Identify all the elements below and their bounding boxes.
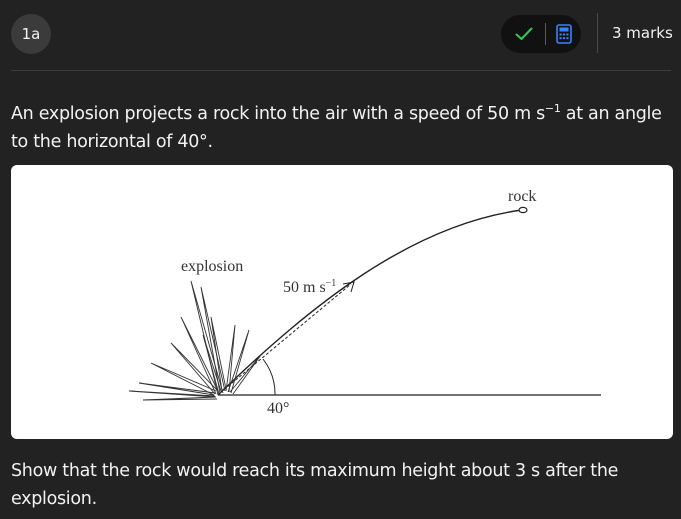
angle-label: 40° <box>267 400 289 417</box>
check-icon[interactable] <box>513 23 535 45</box>
followup-question-text: Show that the rock would reach its maxim… <box>11 461 619 509</box>
explosion-label: explosion <box>181 258 243 275</box>
question-text-before: An explosion projects a rock into the ai… <box>11 103 545 124</box>
speed-label-value: 50 m s <box>283 279 326 296</box>
header-divider <box>597 13 598 53</box>
velocity-arrow <box>219 283 352 394</box>
question-unit-superscript: −1 <box>544 102 561 115</box>
marks-label: 3 marks <box>612 24 673 42</box>
tools-pill <box>501 15 581 53</box>
trajectory-curve <box>217 209 523 396</box>
speed-label: 50 m s−1 <box>283 278 336 296</box>
question-number: 1a <box>21 25 41 43</box>
speed-label-superscript: −1 <box>326 278 337 289</box>
question-number-badge: 1a <box>11 14 51 54</box>
question-text: An explosion projects a rock into the ai… <box>11 95 676 156</box>
diagram-figure: explosion rock 50 m s−1 40° <box>11 165 673 439</box>
header-rule <box>11 70 671 71</box>
angle-arc <box>262 358 276 396</box>
rock-marker <box>518 206 528 214</box>
explosion-burst <box>128 280 262 401</box>
projectile-diagram: explosion rock 50 m s−1 40° <box>128 188 601 417</box>
rock-label: rock <box>508 188 536 205</box>
tools-separator <box>545 23 546 45</box>
calculator-icon[interactable] <box>554 23 574 45</box>
